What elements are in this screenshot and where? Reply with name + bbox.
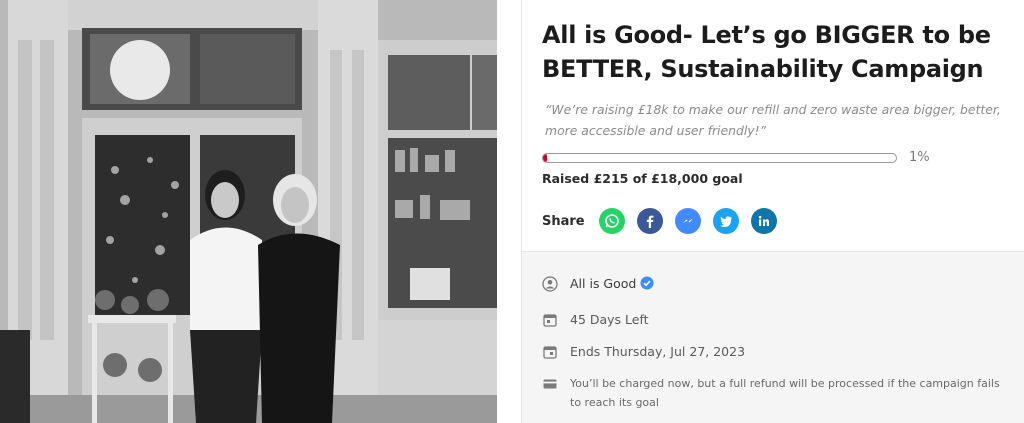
facebook-share-button[interactable]: [636, 208, 663, 234]
share-label: Share: [542, 213, 585, 229]
raised-amount: Raised £215 of £18,000 goal: [542, 171, 743, 186]
organizer-row: All is Good: [542, 276, 654, 292]
refund-note-row: You’ll be charged now, but a full refund…: [542, 374, 1000, 412]
campaign-quote: “We’re raising £18k to make our refill a…: [545, 102, 1001, 138]
messenger-share-button[interactable]: [674, 208, 701, 234]
days-left: 45 Days Left: [570, 312, 649, 327]
campaign-details: All is Good 45 Days Left Ends Thursday, …: [522, 251, 1024, 423]
calendar-end-icon: [543, 346, 557, 359]
funding-progress-percent: 1%: [909, 150, 930, 165]
messenger-icon: [682, 218, 693, 223]
verified-badge-icon: [640, 276, 654, 290]
facebook-icon: [646, 215, 654, 228]
whatsapp-share-button[interactable]: [598, 208, 625, 234]
campaign-panel: All is Good- Let’s go BIGGER to be BETTE…: [521, 0, 1024, 423]
linkedin-share-button[interactable]: [750, 208, 777, 234]
user-icon: [542, 276, 558, 292]
calendar-icon: [543, 314, 557, 327]
campaign-photo: [0, 0, 497, 423]
refund-note: You’ll be charged now, but a full refund…: [570, 377, 1000, 409]
end-date: Ends Thursday, Jul 27, 2023: [570, 344, 746, 359]
credit-card-icon: [543, 379, 557, 389]
funding-progress-fill: [543, 154, 547, 162]
share-bar: Share: [542, 207, 789, 235]
days-left-row: 45 Days Left: [542, 312, 649, 328]
funding-progress-bar: [542, 153, 897, 163]
campaign-title: All is Good- Let’s go BIGGER to be BETTE…: [542, 21, 991, 83]
twitter-icon: [719, 216, 732, 227]
whatsapp-icon: [604, 214, 619, 228]
linkedin-icon: [758, 215, 769, 226]
storefront-image: [0, 0, 497, 423]
end-date-row: Ends Thursday, Jul 27, 2023: [542, 344, 745, 360]
organizer-name[interactable]: All is Good: [570, 276, 636, 291]
twitter-share-button[interactable]: [712, 208, 739, 234]
